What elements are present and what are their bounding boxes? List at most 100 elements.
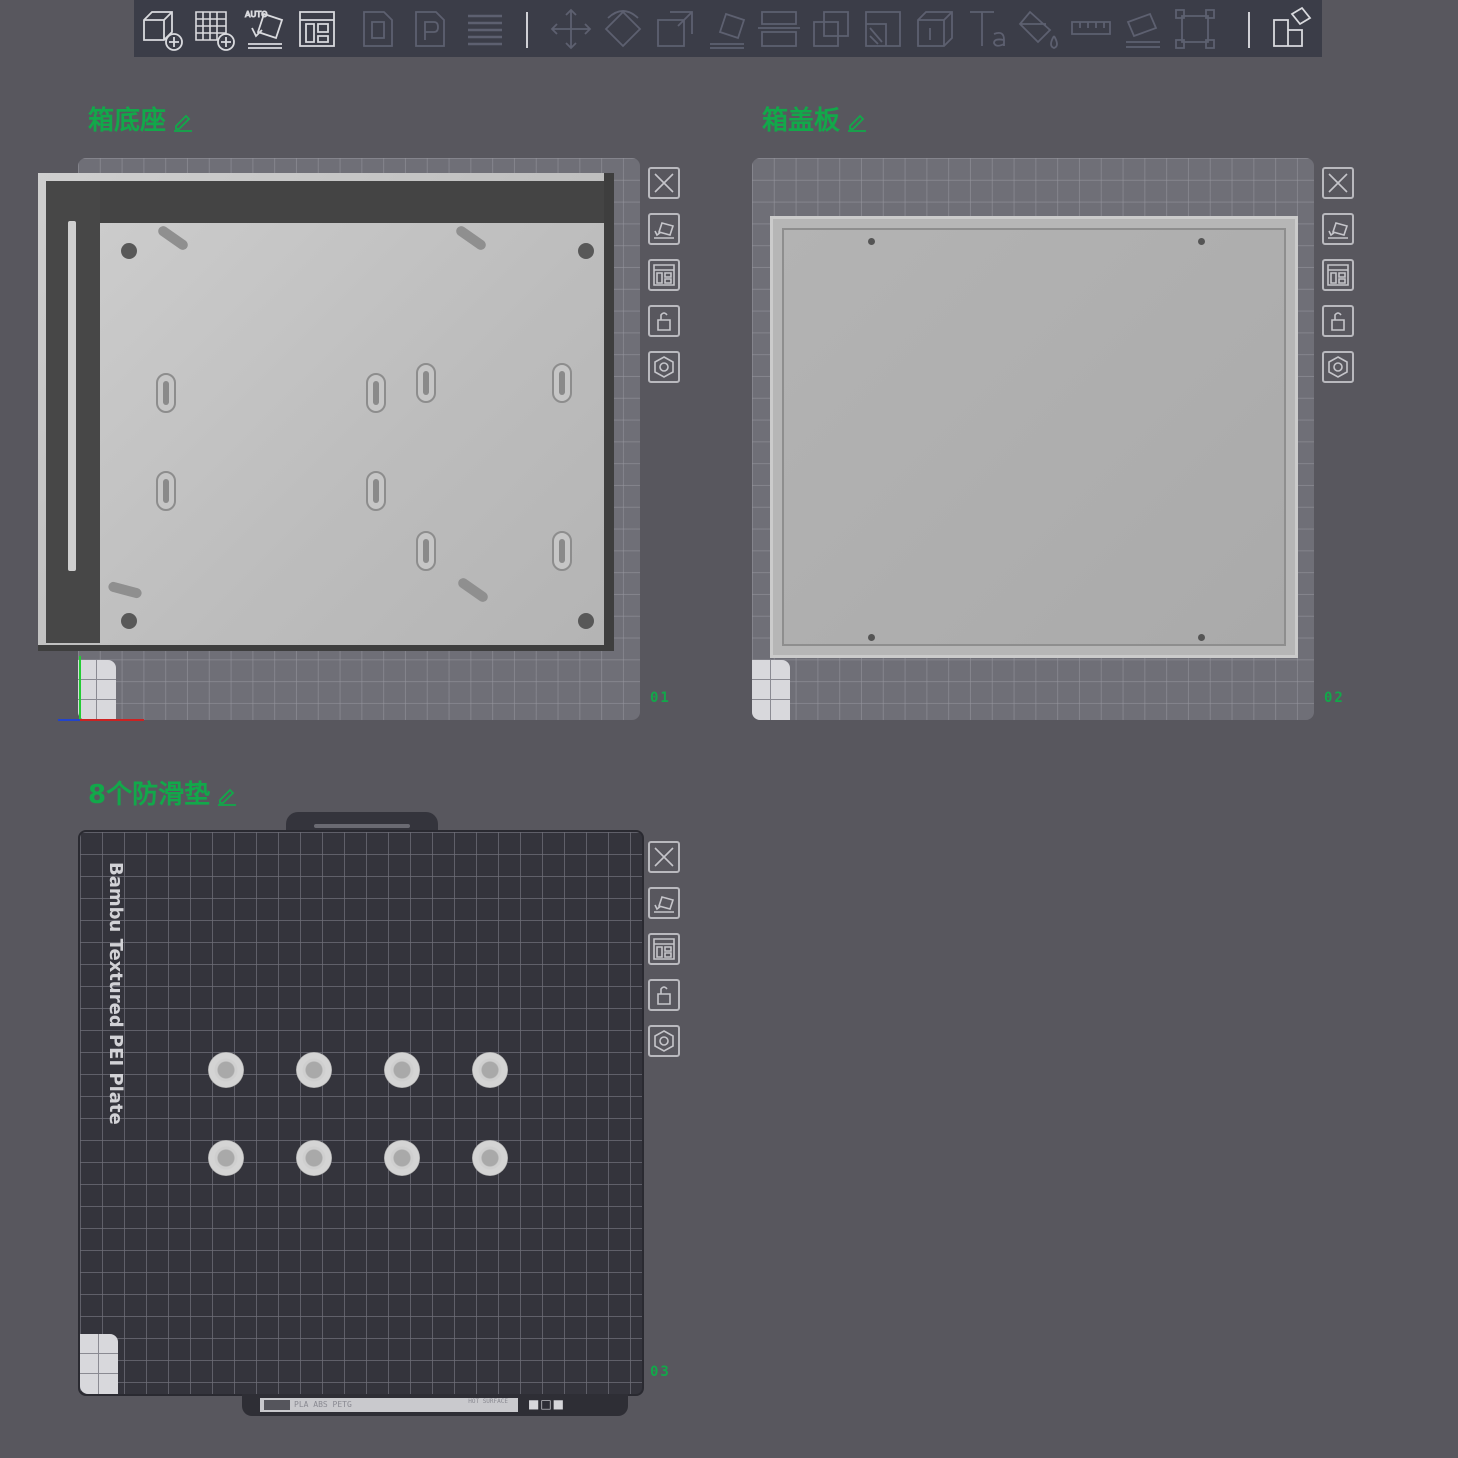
remove-plate-icon <box>654 847 674 867</box>
anti-slip-pad[interactable] <box>208 1140 244 1176</box>
screw-post <box>107 580 143 600</box>
lid-hole <box>868 634 875 641</box>
arrange-plate-button[interactable] <box>1322 259 1354 291</box>
plate-settings-button[interactable] <box>648 1025 680 1057</box>
remove-plate-button[interactable] <box>1322 167 1354 199</box>
remove-plate-icon <box>1328 173 1348 193</box>
mount-slot <box>366 373 386 413</box>
add-object-icon[interactable] <box>138 6 184 52</box>
support-paint-icon[interactable] <box>860 6 906 52</box>
text-icon[interactable] <box>964 6 1010 52</box>
anti-slip-pad[interactable] <box>472 1052 508 1088</box>
plate-settings-icon <box>654 356 674 378</box>
plate-settings-button[interactable] <box>1322 351 1354 383</box>
assemble-icon[interactable] <box>1120 6 1166 52</box>
edit-name-icon[interactable] <box>172 110 194 132</box>
mount-slot <box>156 471 176 511</box>
plate-title[interactable]: 箱底座 <box>88 106 194 136</box>
anti-slip-pad[interactable] <box>384 1052 420 1088</box>
split-parts-icon[interactable] <box>410 6 456 52</box>
plate-settings-button[interactable] <box>648 351 680 383</box>
seam-paint-icon[interactable] <box>912 6 958 52</box>
lay-on-face-icon[interactable] <box>704 6 750 52</box>
box-base-model[interactable] <box>38 173 614 651</box>
pei-plate-label: Bambu Textured PEI Plate <box>105 862 126 1125</box>
auto-orient-plate-icon <box>1328 222 1349 239</box>
plate-number: 02 <box>1324 690 1345 706</box>
layers-icon[interactable] <box>462 6 508 52</box>
plate-number: 01 <box>650 690 671 706</box>
toolbar-separator <box>526 12 528 48</box>
screw-post <box>456 576 490 604</box>
pei-build-plate[interactable] <box>78 830 644 1396</box>
arrange-plate-button[interactable] <box>648 933 680 965</box>
mount-slot <box>416 531 436 571</box>
plate-name: 箱盖板 <box>762 106 841 136</box>
edit-name-icon[interactable] <box>216 784 238 806</box>
plate-number: 03 <box>650 1364 671 1380</box>
anti-slip-pad[interactable] <box>296 1052 332 1088</box>
auto-orient-plate-icon <box>654 222 675 239</box>
remove-plate-button[interactable] <box>648 841 680 873</box>
lock-plate-icon <box>657 312 671 331</box>
lock-plate-button[interactable] <box>1322 305 1354 337</box>
box-lid-model[interactable] <box>770 216 1298 658</box>
plate-title[interactable]: 箱盖板 <box>762 106 868 136</box>
anti-slip-pad[interactable] <box>296 1140 332 1176</box>
pei-plate-bottom-bar: PLA ABS PETG HOT SURFACE ■□■ <box>242 1394 628 1416</box>
mount-hole <box>121 613 137 629</box>
auto-orient-plate-button[interactable] <box>648 213 680 245</box>
mount-slot <box>416 363 436 403</box>
auto-orient-icon[interactable]: AUTO <box>242 6 288 52</box>
scale-icon[interactable] <box>652 6 698 52</box>
model-left-wall <box>46 181 100 643</box>
axis-gizmo <box>58 656 144 721</box>
arrange-plate-button[interactable] <box>648 259 680 291</box>
anti-slip-pad[interactable] <box>384 1140 420 1176</box>
lock-plate-button[interactable] <box>648 305 680 337</box>
move-icon[interactable] <box>548 6 594 52</box>
toolbar-separator <box>1248 12 1250 48</box>
boolean-icon[interactable] <box>808 6 854 52</box>
arrange-plate-icon <box>653 938 675 960</box>
screw-post <box>454 224 488 252</box>
arrange-icon[interactable] <box>294 6 340 52</box>
main-toolbar: AUTO <box>134 0 1322 57</box>
pei-strip-icons <box>264 1400 290 1410</box>
anti-slip-pad[interactable] <box>208 1052 244 1088</box>
color-paint-icon[interactable] <box>1016 6 1062 52</box>
remove-plate-icon <box>654 173 674 193</box>
remove-plate-button[interactable] <box>648 167 680 199</box>
plate-title[interactable]: 8个防滑垫 <box>88 780 238 810</box>
anti-slip-pad[interactable] <box>472 1140 508 1176</box>
plate-name: 8个防滑垫 <box>88 780 211 810</box>
plate-corner-marker <box>752 660 790 720</box>
plate-settings-icon <box>654 1030 674 1052</box>
arrange-plate-icon <box>1327 264 1349 286</box>
plate-name: 箱底座 <box>88 106 167 136</box>
auto-orient-plate-button[interactable] <box>1322 213 1354 245</box>
auto-orient-plate-button[interactable] <box>648 887 680 919</box>
split-objects-icon[interactable] <box>358 6 404 52</box>
edit-name-icon[interactable] <box>846 110 868 132</box>
model-top-wall <box>48 181 604 223</box>
mount-slot <box>552 363 572 403</box>
pei-material-text: PLA ABS PETG <box>294 1400 352 1409</box>
rotate-icon[interactable] <box>600 6 646 52</box>
cut-icon[interactable] <box>756 6 802 52</box>
lid-inner-panel <box>782 228 1286 646</box>
pei-material-strip: PLA ABS PETG HOT SURFACE <box>260 1398 518 1412</box>
variable-height-icon[interactable] <box>1172 6 1218 52</box>
mount-hole <box>578 613 594 629</box>
mount-slot <box>552 531 572 571</box>
mount-hole <box>121 243 137 259</box>
mount-slot <box>156 373 176 413</box>
measure-icon[interactable] <box>1068 6 1114 52</box>
plate-settings-icon <box>1328 356 1348 378</box>
mount-slot <box>366 471 386 511</box>
lock-plate-button[interactable] <box>648 979 680 1011</box>
lock-plate-icon <box>1331 312 1345 331</box>
auto-orient-plate-icon <box>654 896 675 913</box>
assembly-view-icon[interactable] <box>1268 6 1314 52</box>
add-plate-icon[interactable] <box>190 6 236 52</box>
